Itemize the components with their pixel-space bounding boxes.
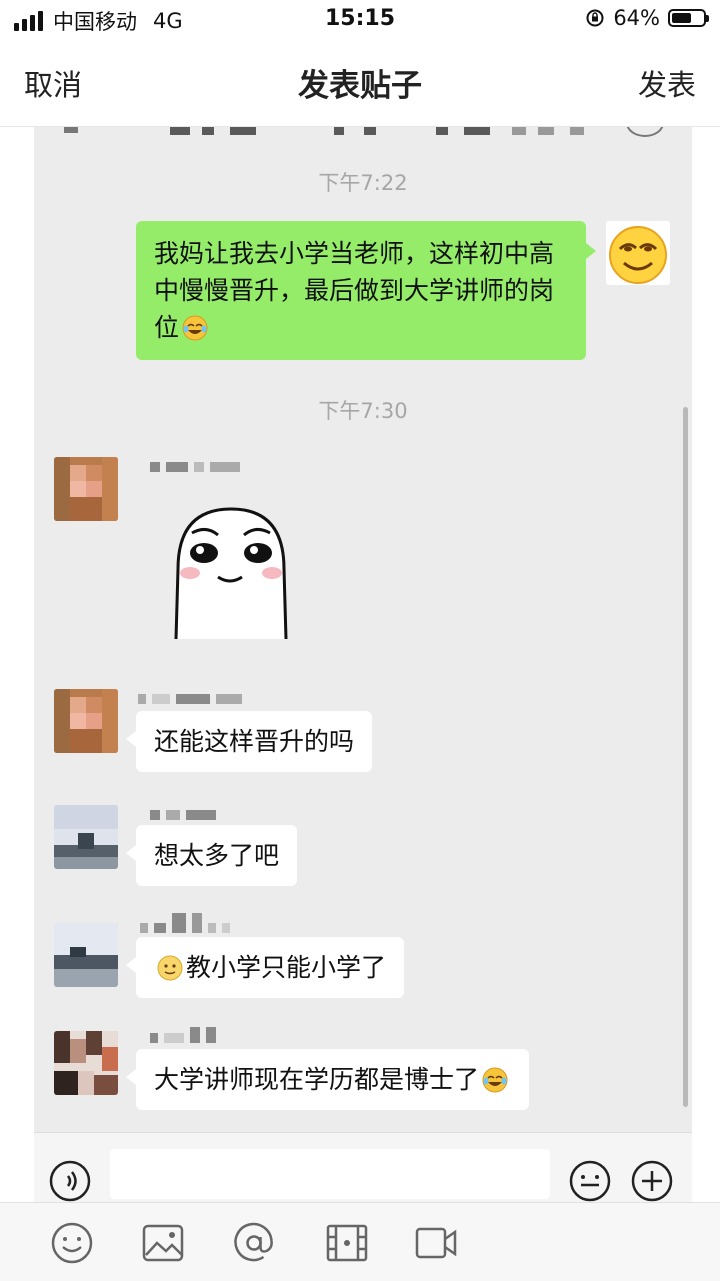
- video-icon[interactable]: [414, 1221, 458, 1265]
- mention-icon[interactable]: [232, 1221, 276, 1265]
- image-icon[interactable]: [141, 1221, 185, 1265]
- cropped-top-strip: [34, 127, 692, 141]
- emoji-icon[interactable]: [568, 1159, 612, 1202]
- status-bar-right: 64%: [585, 6, 709, 30]
- rotation-lock-icon: [586, 9, 604, 27]
- plus-icon[interactable]: [630, 1159, 674, 1202]
- video-clip-icon[interactable]: [325, 1221, 369, 1265]
- emoji-icon[interactable]: [50, 1221, 94, 1265]
- sender-avatar-pixelated[interactable]: [54, 689, 118, 753]
- pixelated-avatar-image: [54, 457, 118, 521]
- chat-bubble-received[interactable]: 还能这样晋升的吗: [125, 711, 373, 772]
- battery-level: [672, 13, 691, 23]
- page-title: 发表贴子: [298, 68, 422, 104]
- editor-toolbar: [0, 1202, 720, 1281]
- message-text: 教小学只能小学了: [186, 953, 387, 982]
- pixelated-avatar-image: [54, 923, 118, 987]
- sender-avatar-pixelated[interactable]: [54, 923, 118, 987]
- attached-chat-screenshot[interactable]: 下午7:22 我妈让我去小学当老师，这样初中高中慢慢晋升，最后做到大学讲师的岗位…: [34, 127, 692, 1202]
- laugh-cry-emoji-icon: [182, 315, 208, 341]
- battery-icon: [668, 9, 709, 27]
- pixelated-avatar-image: [54, 1031, 118, 1095]
- chat-bubble-received[interactable]: 想太多了吧: [125, 825, 298, 886]
- chat-text-input[interactable]: [110, 1149, 550, 1199]
- sender-avatar-pixelated[interactable]: [54, 1031, 118, 1095]
- smile-emoji-icon: [157, 955, 183, 981]
- chat-timestamp: 下午7:22: [318, 171, 408, 195]
- chat-input-bar: [34, 1132, 692, 1202]
- sender-avatar-pixelated[interactable]: [54, 457, 118, 521]
- voice-icon[interactable]: [48, 1159, 92, 1202]
- pixelated-avatar-image: [54, 689, 118, 753]
- shy-face-sticker-icon: [174, 507, 288, 640]
- message-text: 我妈让我去小学当老师，这样初中高中慢慢晋升，最后做到大学讲师的岗位: [154, 239, 555, 342]
- my-avatar[interactable]: [606, 221, 670, 285]
- sender-name-blurred: [150, 1027, 222, 1047]
- chat-bubble-sent[interactable]: 我妈让我去小学当老师，这样初中高中慢慢晋升，最后做到大学讲师的岗位: [136, 221, 596, 360]
- pixelated-avatar-image: [54, 805, 118, 869]
- post-button[interactable]: 发表: [638, 62, 696, 104]
- sender-name-blurred: [150, 457, 246, 472]
- sticker-message[interactable]: [156, 489, 306, 649]
- nav-bar: 取消 发表贴子 发表: [0, 40, 720, 127]
- chat-bubble-received[interactable]: 教小学只能小学了: [125, 937, 405, 998]
- laugh-cry-emoji-icon: [482, 1067, 508, 1093]
- sender-name-blurred: [150, 805, 222, 820]
- chat-bubble-received[interactable]: 大学讲师现在学历都是博士了: [125, 1049, 530, 1110]
- scrollbar[interactable]: [683, 407, 688, 1107]
- message-text: 想太多了吧: [154, 841, 280, 870]
- sender-name-blurred: [140, 913, 236, 937]
- message-text: 大学讲师现在学历都是博士了: [154, 1065, 480, 1094]
- status-bar: 中国移动 4G 15:15 64%: [0, 0, 720, 40]
- chat-timestamp: 下午7:30: [318, 399, 408, 423]
- sender-avatar-pixelated[interactable]: [54, 805, 118, 869]
- battery-percent: 64%: [613, 6, 660, 30]
- sender-name-blurred: [138, 689, 248, 704]
- message-text: 还能这样晋升的吗: [154, 727, 355, 756]
- grinning-face-icon: [606, 221, 670, 285]
